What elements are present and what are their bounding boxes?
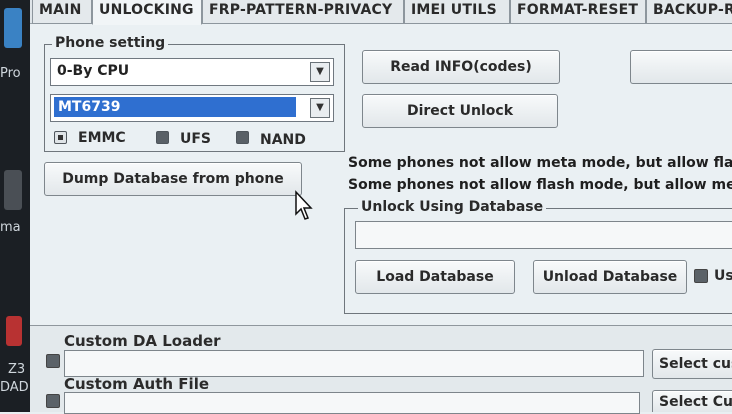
custom-da-checkbox[interactable]	[46, 354, 60, 368]
use-database-label: Us	[714, 268, 732, 284]
select-custom-da-button[interactable]: Select cus	[652, 349, 732, 379]
note-meta-mode: Some phones not allow meta mode, but all…	[348, 155, 732, 171]
dump-database-button[interactable]: Dump Database from phone	[44, 162, 302, 196]
load-database-button[interactable]: Load Database	[355, 260, 515, 294]
emmc-label: EMMC	[78, 130, 126, 146]
chevron-down-icon[interactable]: ▼	[310, 62, 330, 82]
chevron-down-icon[interactable]: ▼	[310, 98, 330, 118]
ufs-label: UFS	[180, 131, 212, 147]
tab-format-reset[interactable]: FORMAT-RESET	[510, 0, 646, 24]
custom-auth-checkbox[interactable]	[46, 394, 60, 408]
ufs-radio[interactable]	[156, 131, 169, 144]
unload-database-button[interactable]: Unload Database	[533, 260, 687, 294]
desktop-label: Z3	[8, 362, 26, 377]
phone-setting-legend: Phone setting	[52, 35, 169, 51]
desktop-icon[interactable]	[4, 8, 22, 48]
desktop-label: DAD	[0, 380, 29, 395]
cpu-select[interactable]: MT6739 ▼	[50, 94, 334, 122]
unlock-database-legend: Unlock Using Database	[358, 199, 547, 215]
custom-da-label: Custom DA Loader	[64, 332, 221, 350]
direct-unlock-button[interactable]: Direct Unlock	[362, 94, 558, 128]
tab-unlocking[interactable]: UNLOCKING	[92, 0, 202, 25]
desktop-label: ma	[0, 220, 21, 235]
custom-da-input[interactable]	[64, 350, 644, 377]
emmc-radio[interactable]	[54, 131, 67, 144]
custom-auth-input[interactable]	[64, 392, 640, 414]
read-info-button[interactable]: Read INFO(codes)	[362, 50, 560, 84]
mouse-cursor-icon	[295, 190, 313, 220]
method-select-value: 0-By CPU	[57, 63, 130, 79]
database-path-input[interactable]	[355, 221, 732, 249]
note-flash-mode: Some phones not allow flash mode, but al…	[348, 177, 732, 193]
extra-button[interactable]	[630, 50, 732, 84]
tab-backup-restore[interactable]: BACKUP-RE	[646, 0, 732, 24]
custom-auth-label: Custom Auth File	[64, 375, 210, 393]
desktop-label: Pro	[0, 66, 21, 81]
tab-frp-pattern-privacy[interactable]: FRP-PATTERN-PRIVACY	[202, 0, 404, 24]
nand-label: NAND	[260, 132, 306, 148]
tab-main[interactable]: MAIN	[32, 0, 92, 24]
select-custom-auth-button[interactable]: Select Cus	[652, 390, 732, 412]
tab-imei-utils[interactable]: IMEI UTILS	[404, 0, 510, 24]
nand-radio[interactable]	[236, 131, 249, 144]
desktop-icon[interactable]	[4, 170, 22, 210]
desktop-icon[interactable]	[6, 316, 22, 346]
use-database-checkbox[interactable]	[694, 269, 708, 283]
cpu-select-value: MT6739	[54, 97, 296, 117]
method-select[interactable]: 0-By CPU ▼	[50, 58, 334, 86]
